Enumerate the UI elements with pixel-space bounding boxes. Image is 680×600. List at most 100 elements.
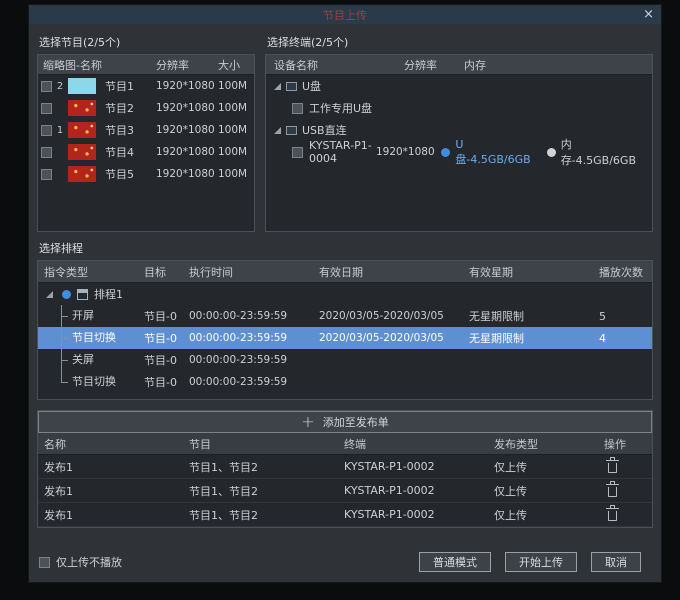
col-publish-type: 发布类型 [494, 436, 604, 452]
publish-row[interactable]: 发布1 节目1、节目2 KYSTAR-P1-0002 仅上传 [38, 479, 652, 503]
publish-section: + 添加至发布单 名称 节目 终端 发布类型 操作 发布1 节目1、节目2 KY… [37, 410, 653, 528]
publish-row[interactable]: 发布1 节目1、节目2 KYSTAR-P1-0002 仅上传 [38, 455, 652, 479]
program-row[interactable]: 1 节目3 1920*1080 100M [38, 119, 254, 141]
program-checkbox[interactable] [41, 125, 52, 136]
udisk-child-row[interactable]: 工作专用U盘 [266, 97, 652, 119]
close-icon[interactable]: × [643, 6, 654, 23]
calendar-icon [77, 289, 88, 300]
program-name: 节目3 [100, 122, 156, 138]
dialog-titlebar[interactable]: 节目上传 × [29, 5, 661, 24]
program-size: 100M [218, 146, 254, 158]
program-row[interactable]: 节目5 1920*1080 100M [38, 163, 254, 185]
group-label: U盘 [302, 78, 321, 94]
col-terminal: 终端 [344, 436, 494, 452]
valid-week: 无星期限制 [469, 308, 599, 324]
program-row[interactable]: 节目4 1920*1080 100M [38, 141, 254, 163]
publish-type: 仅上传 [494, 483, 604, 499]
schedule-table-header: 指令类型 目标 执行时间 有效日期 有效星期 播放次数 [38, 261, 652, 283]
program-resolution: 1920*1080 [156, 124, 218, 136]
program-resolution: 1920*1080 [156, 168, 218, 180]
program-row[interactable]: 2 节目1 1920*1080 100M [38, 75, 254, 97]
col-valid-date: 有效日期 [319, 264, 469, 280]
delete-icon[interactable] [608, 463, 617, 473]
udisk-storage-label[interactable]: U盘-4.5GB/6GB [455, 138, 530, 167]
start-upload-button[interactable]: 开始上传 [505, 552, 577, 572]
schedule-row[interactable]: 关屏 节目-0 00:00:00-23:59:59 [38, 349, 652, 371]
program-thumbnail [68, 144, 96, 160]
delete-icon[interactable] [608, 511, 617, 521]
schedule-row[interactable]: 节目切换 节目-0 00:00:00-23:59:59 [38, 371, 652, 393]
program-size: 100M [218, 124, 254, 136]
normal-mode-button[interactable]: 普通模式 [419, 552, 491, 572]
col-resolution: 分辨率 [156, 57, 218, 73]
selection-order: 2 [54, 81, 66, 92]
publish-type: 仅上传 [494, 459, 604, 475]
program-size: 100M [218, 80, 254, 92]
publish-terminal: KYSTAR-P1-0002 [344, 508, 494, 521]
cancel-button[interactable]: 取消 [591, 552, 641, 572]
memory-storage-label[interactable]: 内存-4.5GB/6GB [561, 136, 636, 168]
schedule-row[interactable]: 开屏 节目-0 00:00:00-23:59:59 2020/03/05-202… [38, 305, 652, 327]
add-to-publish-button[interactable]: + 添加至发布单 [38, 411, 652, 433]
terminals-section-title: 选择终端(2/5个) [267, 34, 348, 50]
terminal-name: 工作专用U盘 [309, 100, 372, 116]
terminal-checkbox[interactable] [292, 147, 303, 158]
program-size: 100M [218, 168, 254, 180]
publish-programs: 节目1、节目2 [189, 483, 344, 499]
col-programs: 节目 [189, 436, 344, 452]
exec-time: 00:00:00-23:59:59 [189, 354, 319, 366]
device-row[interactable]: KYSTAR-P1-0004 1920*1080 U盘-4.5GB/6GB 内存… [266, 141, 652, 163]
programs-panel: 缩略图-名称 分辨率 大小 2 节目1 1920*1080 100M 节目2 [37, 54, 255, 232]
usb-drive-icon [286, 82, 297, 91]
dialog-title: 节目上传 [323, 7, 367, 23]
program-thumbnail [68, 78, 96, 94]
add-to-publish-label: 添加至发布单 [323, 414, 389, 430]
publish-row[interactable]: 发布1 节目1、节目2 KYSTAR-P1-0002 仅上传 [38, 503, 652, 527]
publish-name: 发布1 [44, 459, 189, 475]
terminal-name: KYSTAR-P1-0004 [309, 139, 376, 165]
play-count: 5 [599, 310, 652, 323]
col-exec-time: 执行时间 [189, 264, 319, 280]
udisk-group-row[interactable]: U盘 [266, 75, 652, 97]
command-target: 节目-0 [144, 374, 189, 390]
program-row[interactable]: 节目2 1920*1080 100M [38, 97, 254, 119]
upload-dialog: 节目上传 × 选择节目(2/5个) 选择终端(2/5个) 缩略图-名称 分辨率 … [28, 4, 662, 583]
col-valid-week: 有效星期 [469, 264, 599, 280]
exec-time: 00:00:00-23:59:59 [189, 376, 319, 388]
expand-triangle-icon[interactable] [46, 291, 53, 298]
col-command-type: 指令类型 [44, 264, 144, 280]
schedule-row-selected[interactable]: 节目切换 节目-0 00:00:00-23:59:59 2020/03/05-2… [38, 327, 652, 349]
command-target: 节目-0 [144, 308, 189, 324]
program-checkbox[interactable] [41, 103, 52, 114]
command-type: 节目切换 [44, 371, 144, 393]
schedule-section-title: 选择排程 [39, 240, 653, 256]
col-size: 大小 [218, 57, 254, 73]
col-name: 名称 [44, 436, 189, 452]
schedule-radio[interactable] [62, 290, 71, 299]
command-type: 开屏 [44, 305, 144, 327]
command-type: 节目切换 [44, 327, 144, 349]
group-label: USB直连 [302, 122, 347, 138]
command-target: 节目-0 [144, 352, 189, 368]
col-play-count: 播放次数 [599, 264, 652, 280]
program-size: 100M [218, 102, 254, 114]
program-resolution: 1920*1080 [156, 102, 218, 114]
expand-triangle-icon[interactable] [274, 127, 281, 134]
program-checkbox[interactable] [41, 81, 52, 92]
upload-only-checkbox[interactable] [39, 557, 50, 568]
col-thumbnail-name: 缩略图-名称 [38, 57, 156, 73]
publish-type: 仅上传 [494, 507, 604, 523]
programs-table-header: 缩略图-名称 分辨率 大小 [38, 55, 254, 75]
schedule-group-label: 排程1 [94, 286, 123, 302]
schedule-panel: 指令类型 目标 执行时间 有效日期 有效星期 播放次数 排程1 开屏 节目-0 … [37, 260, 653, 400]
expand-triangle-icon[interactable] [274, 83, 281, 90]
schedule-group-row[interactable]: 排程1 [38, 283, 652, 305]
terminal-checkbox[interactable] [292, 103, 303, 114]
program-checkbox[interactable] [41, 147, 52, 158]
memory-storage-radio[interactable] [547, 148, 556, 157]
delete-icon[interactable] [608, 487, 617, 497]
udisk-storage-radio[interactable] [441, 148, 450, 157]
program-checkbox[interactable] [41, 169, 52, 180]
dialog-footer: 仅上传不播放 普通模式 开始上传 取消 [37, 552, 653, 572]
col-device-name: 设备名称 [266, 57, 396, 73]
